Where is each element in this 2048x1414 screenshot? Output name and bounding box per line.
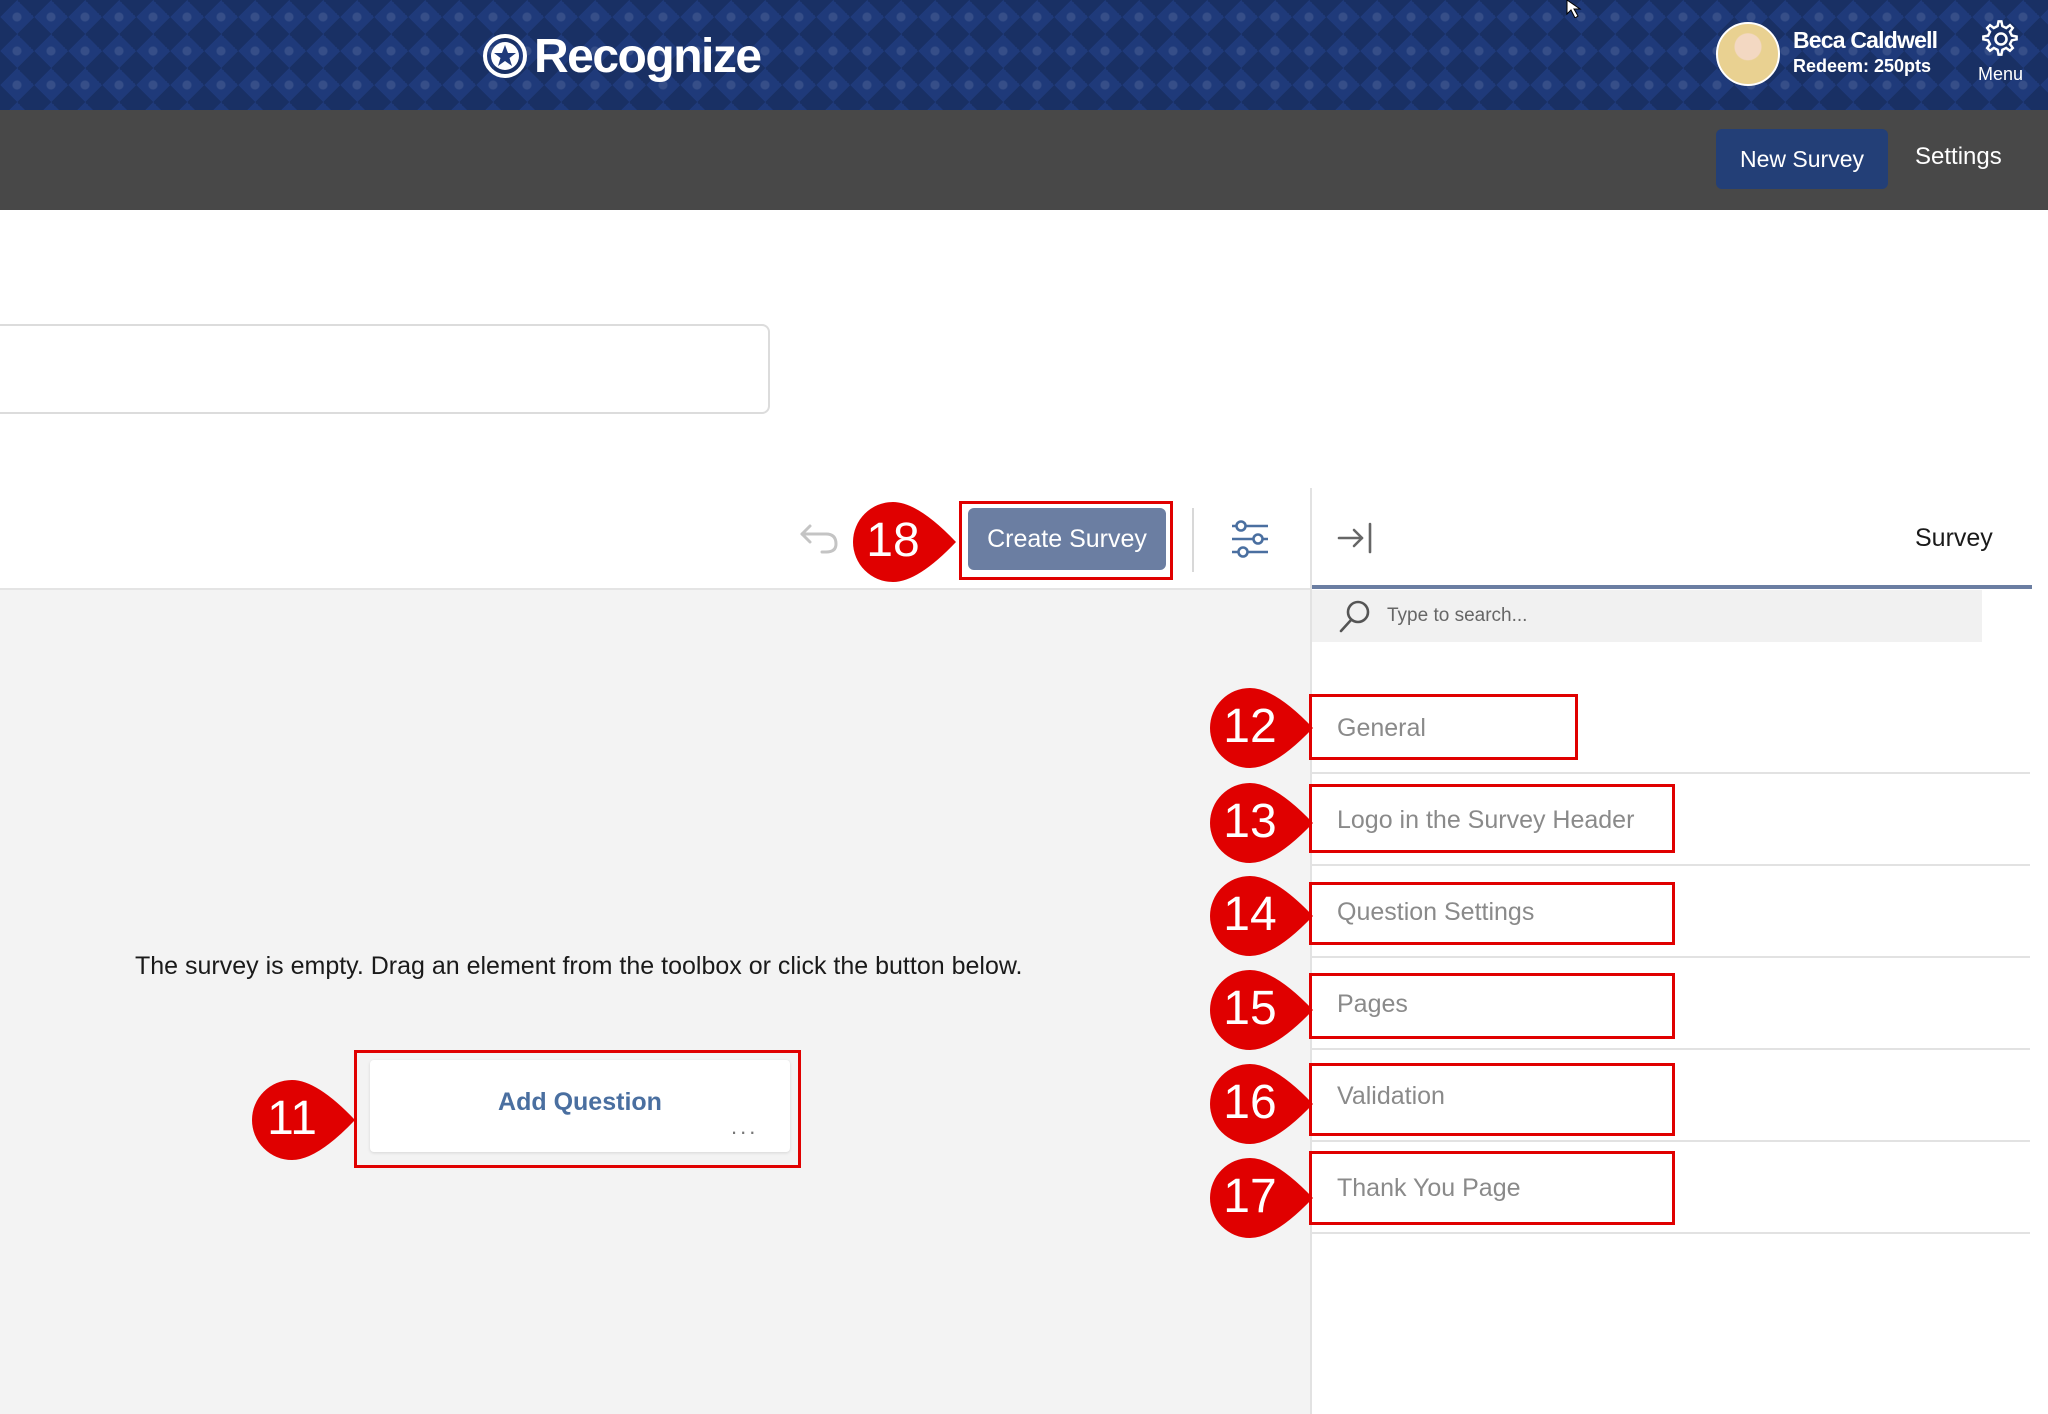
user-avatar[interactable]	[1716, 22, 1780, 86]
toolbar-separator	[1192, 508, 1194, 572]
logo-text: Recognize	[534, 29, 762, 83]
star-badge-icon	[483, 34, 527, 78]
survey-tab[interactable]: Survey	[1915, 524, 1993, 553]
callout-number: 14	[1223, 888, 1277, 941]
callout-marker-17: 17	[1205, 1157, 1315, 1239]
collapse-panel-icon[interactable]	[1336, 518, 1376, 558]
callout-marker-11: 11	[247, 1079, 357, 1161]
callout-marker-13: 13	[1205, 782, 1315, 864]
callout-marker-12: 12	[1205, 687, 1315, 769]
highlight-create-survey	[959, 501, 1173, 580]
user-redeem-points[interactable]: Redeem: 250pts	[1793, 56, 1931, 77]
survey-design-canvas	[0, 590, 1310, 1414]
search-placeholder: Type to search...	[1387, 605, 1528, 626]
callout-number: 12	[1223, 700, 1277, 753]
callout-number: 18	[866, 514, 920, 567]
undo-icon[interactable]	[798, 518, 842, 558]
active-tab-indicator	[1312, 585, 2032, 589]
settings-link[interactable]: Settings	[1915, 143, 2002, 171]
highlight-pages	[1309, 973, 1675, 1039]
highlight-validation	[1309, 1063, 1675, 1136]
survey-title-input[interactable]	[0, 324, 770, 414]
callout-number: 11	[267, 1092, 317, 1145]
callout-number: 16	[1223, 1076, 1277, 1129]
callout-marker-14: 14	[1205, 875, 1315, 957]
menu-label[interactable]: Menu	[1978, 64, 2023, 85]
empty-survey-message: The survey is empty. Drag an element fro…	[135, 952, 1023, 980]
user-name[interactable]: Beca Caldwell	[1793, 27, 1938, 54]
callout-number: 17	[1223, 1170, 1277, 1223]
highlight-general	[1309, 694, 1578, 760]
mouse-cursor-icon	[1566, 0, 1582, 18]
highlight-logo-header	[1309, 784, 1675, 853]
gear-icon[interactable]	[1982, 20, 2020, 58]
callout-marker-16: 16	[1205, 1063, 1315, 1145]
callout-number: 13	[1223, 795, 1277, 848]
callout-marker-15: 15	[1205, 969, 1315, 1051]
callout-marker-18: 18	[848, 501, 958, 583]
recognize-logo[interactable]: Recognize	[482, 26, 762, 86]
highlight-add-question	[354, 1050, 801, 1168]
settings-sliders-icon[interactable]	[1230, 518, 1270, 560]
highlight-question-settings	[1309, 882, 1675, 945]
callout-number: 15	[1223, 982, 1277, 1035]
search-icon	[1339, 600, 1370, 633]
highlight-thank-you	[1309, 1151, 1675, 1225]
new-survey-button[interactable]: New Survey	[1716, 129, 1888, 189]
